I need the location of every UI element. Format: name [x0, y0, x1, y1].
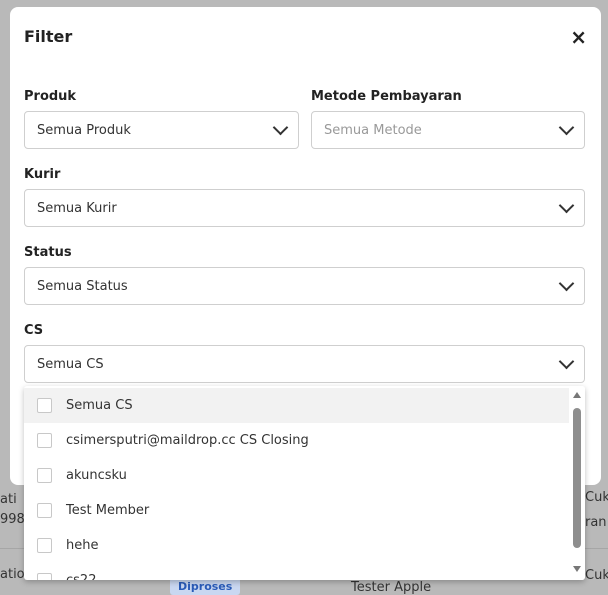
- checkbox[interactable]: [37, 538, 52, 553]
- produk-select-value: Semua Produk: [37, 122, 131, 138]
- bg-cell: Cuk: [585, 490, 608, 505]
- cs-option-label: Semua CS: [66, 398, 133, 413]
- cs-label: CS: [24, 323, 44, 338]
- cs-option[interactable]: hehe: [24, 528, 569, 563]
- modal-title: Filter: [24, 27, 73, 46]
- checkbox[interactable]: [37, 468, 52, 483]
- kurir-select[interactable]: Semua Kurir: [24, 189, 585, 227]
- cs-select[interactable]: Semua CS: [24, 345, 585, 383]
- scroll-down-icon[interactable]: [573, 566, 581, 572]
- cs-option-label: cs22: [66, 573, 96, 580]
- cs-option-label: csimersputri@maildrop.cc CS Closing: [66, 433, 309, 448]
- metode-label: Metode Pembayaran: [311, 89, 462, 104]
- bg-cell: Tester Apple: [351, 580, 432, 595]
- bg-cell: 998: [0, 512, 25, 527]
- checkbox[interactable]: [37, 503, 52, 518]
- bg-cell: ati: [0, 492, 17, 507]
- cs-option-label: hehe: [66, 538, 99, 553]
- cs-option[interactable]: csimersputri@maildrop.cc CS Closing: [24, 423, 569, 458]
- status-label: Status: [24, 245, 72, 260]
- status-select-value: Semua Status: [37, 278, 128, 294]
- bg-cell: ran: [585, 515, 607, 530]
- chevron-down-icon: [558, 119, 575, 136]
- scrollbar[interactable]: [569, 386, 585, 580]
- cs-option[interactable]: cs22: [24, 563, 569, 580]
- scrollbar-thumb[interactable]: [573, 408, 581, 548]
- cs-option[interactable]: Semua CS: [24, 388, 569, 423]
- produk-label: Produk: [24, 89, 77, 104]
- cs-option[interactable]: Test Member: [24, 493, 569, 528]
- status-badge: Diproses: [170, 578, 241, 595]
- cs-dropdown-list: Semua CS csimersputri@maildrop.cc CS Clo…: [24, 386, 585, 580]
- bg-cell: Cuk: [585, 568, 608, 583]
- scroll-up-icon[interactable]: [573, 392, 581, 398]
- checkbox[interactable]: [37, 433, 52, 448]
- close-icon[interactable]: ×: [570, 25, 587, 49]
- metode-select-placeholder: Semua Metode: [324, 122, 422, 138]
- produk-select[interactable]: Semua Produk: [24, 111, 299, 149]
- cs-option-label: Test Member: [66, 503, 150, 518]
- checkbox[interactable]: [37, 573, 52, 580]
- kurir-select-value: Semua Kurir: [37, 200, 117, 216]
- kurir-label: Kurir: [24, 167, 61, 182]
- cs-option[interactable]: akuncsku: [24, 458, 569, 493]
- status-select[interactable]: Semua Status: [24, 267, 585, 305]
- checkbox[interactable]: [37, 398, 52, 413]
- chevron-down-icon: [558, 353, 575, 370]
- chevron-down-icon: [558, 197, 575, 214]
- cs-option-label: akuncsku: [66, 468, 127, 483]
- metode-select[interactable]: Semua Metode: [311, 111, 585, 149]
- chevron-down-icon: [272, 119, 289, 136]
- chevron-down-icon: [558, 275, 575, 292]
- cs-select-value: Semua CS: [37, 356, 104, 372]
